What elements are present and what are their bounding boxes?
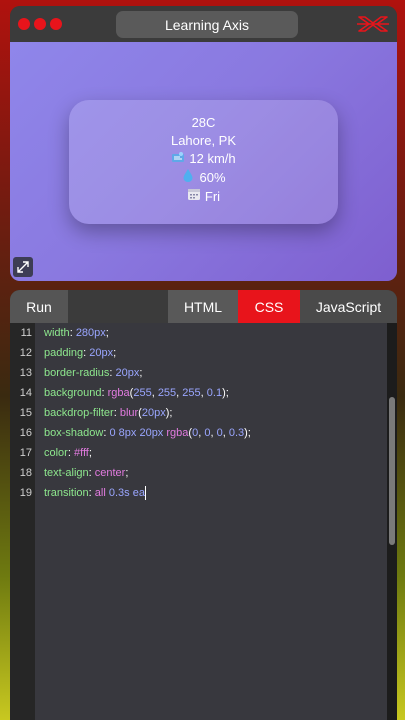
- line-number: 12: [19, 347, 32, 359]
- line-number: 11: [20, 327, 32, 339]
- code-text: background: rgba(255, 255, 255, 0.1);: [44, 387, 229, 399]
- code-line: 11 width: 280px;: [21, 323, 387, 343]
- code-text: box-shadow: 0 8px 20px rgba(0, 0, 0, 0.3…: [44, 427, 251, 439]
- line-number: 17: [19, 447, 32, 459]
- tab-html[interactable]: HTML: [168, 290, 238, 323]
- temperature: 28C: [191, 115, 216, 130]
- code-line: 12 padding: 20px;: [20, 343, 387, 363]
- weather-card: 28C Lahore, PK 12 km/h 60% Fri: [69, 100, 338, 224]
- code-line: 14 background: rgba(255, 255, 255, 0.1);: [20, 383, 387, 403]
- line-number: 13: [19, 367, 32, 379]
- code-editor[interactable]: 11 width: 280px; 12 padding: 20px; 13 border-…: [10, 323, 397, 720]
- code-text: padding: 20px;: [44, 347, 117, 359]
- code-line: 16 box-shadow: 0 8px 20px rgba(0, 0, 0, 0…: [20, 423, 387, 443]
- window-dot-2[interactable]: [34, 18, 46, 30]
- code-line: 19 transition: all 0.3s ea: [20, 483, 387, 503]
- preview-window: Learning Axis 28C Lahore, PK 12 km/h 60%: [10, 6, 397, 281]
- calendar-icon: [187, 187, 201, 206]
- code-line: 13 border-radius: 20px;: [20, 363, 387, 383]
- droplet-icon: [181, 168, 195, 187]
- tab-javascript[interactable]: JavaScript: [300, 290, 397, 323]
- wind-icon: [171, 150, 185, 168]
- tab-css[interactable]: CSS: [238, 290, 300, 323]
- code-text: text-align: center;: [44, 467, 129, 479]
- editor-toolbar: Run HTML CSS JavaScript: [10, 290, 397, 323]
- day-row: Fri: [69, 187, 338, 206]
- line-number: 18: [19, 467, 32, 479]
- expand-icon: [17, 261, 29, 273]
- line-number: 19: [19, 487, 32, 499]
- line-number: 15: [19, 407, 32, 419]
- scrollbar-track[interactable]: [387, 323, 397, 720]
- window-dot-3[interactable]: [50, 18, 62, 30]
- preview-pane: 28C Lahore, PK 12 km/h 60% Fri: [10, 42, 397, 281]
- close-icon[interactable]: [357, 14, 389, 34]
- window-controls: [18, 18, 62, 30]
- title-bar: Learning Axis: [10, 6, 397, 42]
- line-number: 14: [19, 387, 32, 399]
- run-button[interactable]: Run: [10, 290, 68, 323]
- code-text: transition: all 0.3s ea: [44, 486, 146, 501]
- wind-row: 12 km/h: [69, 150, 338, 168]
- code-text: border-radius: 20px;: [44, 367, 143, 379]
- code-line: 15 backdrop-filter: blur(20px);: [20, 403, 387, 423]
- code-text: backdrop-filter: blur(20px);: [44, 407, 173, 419]
- humidity-row: 60%: [69, 168, 338, 187]
- code-line: 18 text-align: center;: [20, 463, 387, 483]
- code-text: width: 280px;: [44, 327, 109, 339]
- code-area[interactable]: 11 width: 280px; 12 padding: 20px; 13 border-…: [20, 323, 387, 720]
- window-dot-1[interactable]: [18, 18, 30, 30]
- line-number: 16: [19, 427, 32, 439]
- scrollbar-thumb[interactable]: [389, 397, 395, 545]
- editor-window: Run HTML CSS JavaScript 11 width: 280px; 1…: [10, 290, 397, 720]
- window-title: Learning Axis: [116, 11, 298, 38]
- code-line: 17 color: #fff;: [20, 443, 387, 463]
- code-text: color: #fff;: [44, 447, 92, 459]
- expand-button[interactable]: [13, 257, 33, 277]
- text-cursor: [144, 486, 146, 501]
- location: Lahore, PK: [170, 133, 237, 148]
